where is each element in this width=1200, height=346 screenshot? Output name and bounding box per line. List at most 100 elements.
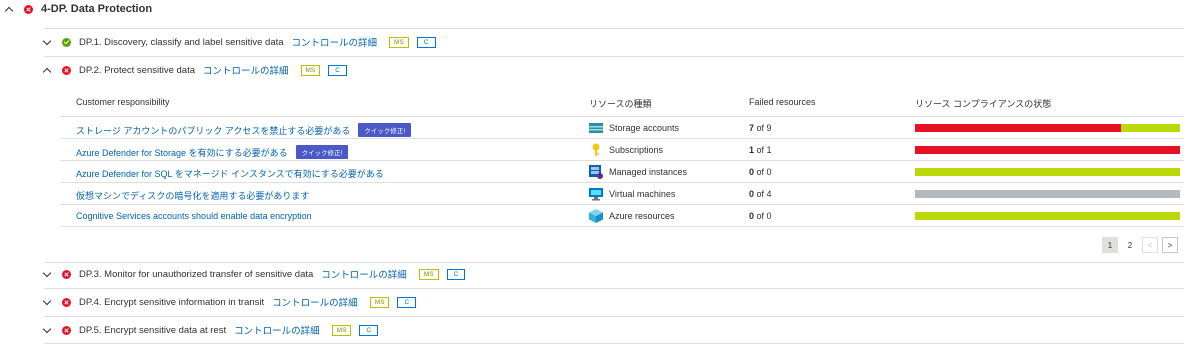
recommendation-link[interactable]: Azure Defender for Storage を有効にする必要がある bbox=[76, 146, 288, 159]
recommendation-link[interactable]: ストレージ アカウントのパブリック アクセスを禁止する必要がある bbox=[76, 124, 350, 137]
header-responsibility: Customer responsibility bbox=[76, 97, 170, 107]
recommendation-link[interactable]: Cognitive Services accounts should enabl… bbox=[76, 211, 312, 221]
failed-cell: 0 of 4 bbox=[749, 189, 772, 199]
divider bbox=[60, 226, 1184, 227]
divider bbox=[44, 288, 1184, 289]
ms-badge: MS bbox=[389, 36, 409, 48]
failed-cell: 1 of 1 bbox=[749, 145, 772, 155]
failed-cell: 7 of 9 bbox=[749, 123, 772, 133]
quick-fix-badge: クイック修正! bbox=[295, 145, 349, 159]
failed-count: 0 bbox=[749, 211, 755, 221]
cube-icon bbox=[589, 209, 603, 223]
failed-count: 0 bbox=[749, 167, 755, 177]
control-title: DP.5. Encrypt sensitive data at rest bbox=[79, 324, 227, 336]
next-page-button[interactable]: > bbox=[1162, 237, 1178, 253]
recommendation-link[interactable]: 仮想マシンでディスクの暗号化を適用する必要があります bbox=[76, 189, 309, 202]
divider bbox=[44, 28, 1184, 29]
error-status-icon bbox=[62, 65, 71, 75]
failed-cell: 0 of 0 bbox=[749, 211, 772, 221]
resource-type-cell: Azure resources bbox=[589, 209, 675, 223]
divider bbox=[44, 343, 1184, 344]
c-badge: C bbox=[359, 324, 379, 336]
prev-page-button[interactable]: < bbox=[1142, 237, 1158, 253]
section-title: 4-DP. Data Protection bbox=[41, 3, 153, 15]
ms-badge: MS bbox=[418, 268, 439, 280]
success-status-icon bbox=[62, 37, 71, 47]
table-row[interactable]: Cognitive Services accounts should enabl… bbox=[60, 204, 1184, 226]
failed-total: of 9 bbox=[756, 123, 772, 133]
section-header[interactable]: 4-DP. Data Protection bbox=[4, 0, 153, 18]
table-row[interactable]: Azure Defender for Storage を有効にする必要がある ク… bbox=[60, 138, 1184, 160]
control-title: DP.2. Protect sensitive data bbox=[79, 64, 195, 76]
chevron-down-icon[interactable] bbox=[42, 296, 52, 305]
recommendation-cell: Cognitive Services accounts should enabl… bbox=[76, 211, 312, 221]
control-details-link[interactable]: コントロールの詳細 bbox=[321, 267, 407, 281]
divider bbox=[44, 56, 1184, 57]
chevron-down-icon[interactable] bbox=[42, 324, 52, 333]
failed-count: 0 bbox=[749, 189, 755, 199]
page-2-button[interactable]: 2 bbox=[1122, 237, 1138, 253]
recommendation-cell: Azure Defender for Storage を有効にする必要がある ク… bbox=[76, 145, 349, 159]
failed-total: of 4 bbox=[756, 189, 772, 199]
compliance-segment-unknown bbox=[915, 190, 1180, 198]
compliance-bar bbox=[915, 124, 1180, 132]
resource-type-label: Subscriptions bbox=[609, 145, 664, 155]
quick-fix-badge: クイック修正! bbox=[358, 123, 412, 137]
divider bbox=[44, 262, 1184, 263]
control-row-dp2[interactable]: DP.2. Protect sensitive data コントロールの詳細 M… bbox=[42, 62, 1184, 78]
control-details-link[interactable]: コントロールの詳細 bbox=[292, 35, 378, 49]
table-row[interactable]: Azure Defender for SQL をマネージド インスタンスで有効に… bbox=[60, 160, 1184, 182]
control-title: DP.1. Discovery, classify and label sens… bbox=[79, 36, 284, 48]
resource-type-label: Storage accounts bbox=[609, 123, 680, 133]
ms-badge: MS bbox=[331, 324, 352, 336]
resource-type-label: Virtual machines bbox=[609, 189, 676, 199]
c-badge: C bbox=[328, 64, 347, 76]
error-status-icon bbox=[62, 297, 71, 307]
chevron-down-icon[interactable] bbox=[42, 268, 52, 277]
storage-icon bbox=[589, 123, 603, 133]
chevron-down-icon[interactable] bbox=[42, 36, 52, 45]
ms-badge: MS bbox=[369, 296, 390, 308]
resource-type-cell: Virtual machines bbox=[589, 187, 675, 201]
key-icon bbox=[592, 143, 600, 156]
c-badge: C bbox=[446, 268, 466, 280]
compliance-bar bbox=[915, 168, 1180, 176]
c-badge: C bbox=[397, 296, 417, 308]
control-row-dp5[interactable]: DP.5. Encrypt sensitive data at rest コント… bbox=[42, 322, 1184, 338]
compliance-segment-passed bbox=[1121, 124, 1180, 132]
chevron-up-icon[interactable] bbox=[4, 6, 14, 15]
header-failed: Failed resources bbox=[749, 97, 816, 107]
compliance-segment-passed bbox=[915, 212, 1180, 220]
table-row[interactable]: ストレージ アカウントのパブリック アクセスを禁止する必要がある クイック修正!… bbox=[60, 116, 1184, 138]
compliance-bar bbox=[915, 190, 1180, 198]
control-details-link[interactable]: コントロールの詳細 bbox=[203, 63, 289, 77]
control-row-dp4[interactable]: DP.4. Encrypt sensitive information in t… bbox=[42, 294, 1184, 310]
error-status-icon bbox=[62, 325, 71, 335]
failed-total: of 0 bbox=[756, 167, 772, 177]
vm-icon bbox=[589, 188, 603, 201]
header-compliance: リソース コンプライアンスの状態 bbox=[915, 99, 1052, 109]
control-title: DP.3. Monitor for unauthorized transfer … bbox=[79, 268, 314, 280]
control-row-dp3[interactable]: DP.3. Monitor for unauthorized transfer … bbox=[42, 266, 1184, 282]
chevron-up-icon[interactable] bbox=[42, 67, 52, 76]
compliance-bar bbox=[915, 146, 1180, 154]
resource-type-cell: Managed instances bbox=[589, 165, 687, 179]
compliance-segment-passed bbox=[915, 168, 1180, 176]
failed-cell: 0 of 0 bbox=[749, 167, 772, 177]
recommendation-link[interactable]: Azure Defender for SQL をマネージド インスタンスで有効に… bbox=[76, 167, 384, 180]
control-details-link[interactable]: コントロールの詳細 bbox=[272, 295, 358, 309]
table-header: Customer responsibility リソースの種類 Failed r… bbox=[60, 92, 1184, 112]
failed-total: of 1 bbox=[756, 145, 772, 155]
divider bbox=[44, 316, 1184, 317]
table-row[interactable]: 仮想マシンでディスクの暗号化を適用する必要があります Virtual machi… bbox=[60, 182, 1184, 204]
compliance-bar bbox=[915, 212, 1180, 220]
sql-icon bbox=[589, 165, 603, 179]
page-1-button[interactable]: 1 bbox=[1102, 237, 1118, 253]
control-details-link[interactable]: コントロールの詳細 bbox=[234, 323, 320, 337]
header-resource-type: リソースの種類 bbox=[589, 99, 652, 109]
error-status-icon bbox=[24, 4, 33, 14]
recommendation-cell: 仮想マシンでディスクの暗号化を適用する必要があります bbox=[76, 189, 309, 202]
control-row-dp1[interactable]: DP.1. Discovery, classify and label sens… bbox=[42, 34, 1184, 50]
recommendation-cell: Azure Defender for SQL をマネージド インスタンスで有効に… bbox=[76, 167, 384, 180]
ms-badge: MS bbox=[300, 64, 321, 76]
